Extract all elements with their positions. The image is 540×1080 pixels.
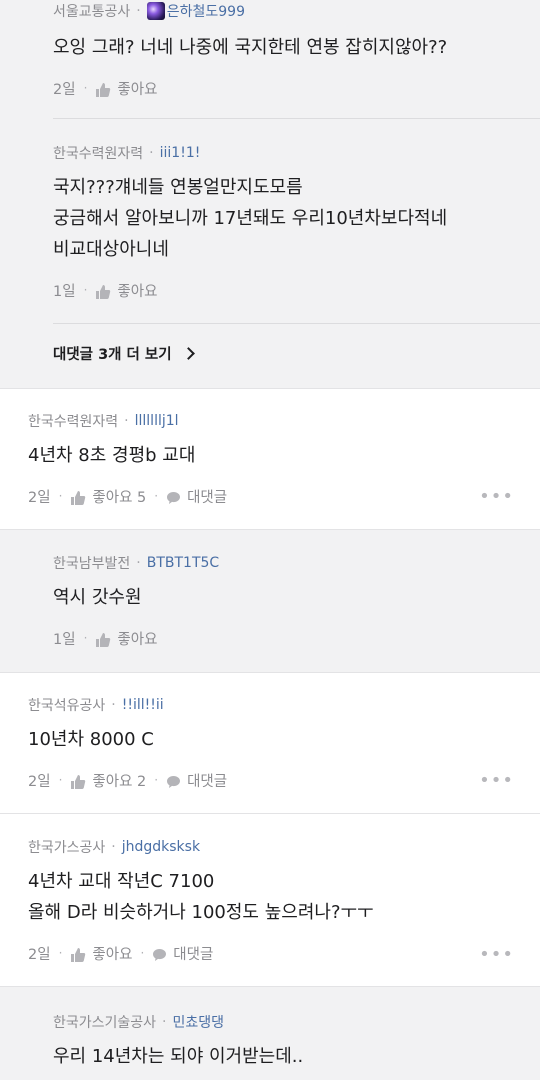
top-level-comment: 한국석유공사 · !!ill!!ii 10년차 8000 C 2일 · 좋아요 …	[28, 694, 518, 791]
thumbs-up-icon	[71, 774, 86, 789]
reply-comment: 서울교통공사 · 은하철도999 오잉 그래? 너네 나중에 국지한테 연봉 잡…	[53, 0, 523, 99]
comment-line: 4년차 8초 경평b 교대	[28, 445, 196, 466]
comment-text: 4년차 교대 작년C 7100 올해 D라 비슷하거나 100정도 높으려나?ㅜ…	[28, 866, 528, 928]
comment-text: 역시 갓수원	[53, 582, 523, 613]
nickname-link[interactable]: 은하철도999	[167, 1, 245, 21]
comment-text: 국지???걔네들 연봉얼만지도모름 궁금해서 알아보니까 17년돼도 우리10년…	[53, 172, 533, 265]
comment-actions: 1일 · 좋아요	[53, 279, 533, 301]
like-button[interactable]: 좋아요	[95, 280, 157, 301]
like-label: 좋아요	[92, 946, 133, 963]
comment-time: 1일	[53, 631, 76, 648]
reply-label: 대댓글	[187, 489, 228, 506]
more-replies-button[interactable]: 대댓글 3개 더 보기	[53, 343, 195, 364]
comment-time: 2일	[28, 946, 51, 963]
comment-actions: 1일 · 좋아요	[53, 627, 523, 649]
comment-actions: 2일 · 좋아요 · 대댓글	[28, 942, 528, 964]
comment-line: 우리 14년차는 되야 이거받는데..	[53, 1046, 304, 1067]
comment-text: 4년차 8초 경평b 교대	[28, 440, 518, 471]
reply-button[interactable]: 대댓글	[152, 943, 213, 964]
more-options-icon[interactable]: •••	[479, 770, 514, 791]
company-label: 한국수력원자력	[53, 146, 144, 162]
like-button[interactable]: 좋아요 5	[70, 486, 146, 507]
comment-text: 우리 14년차는 되야 이거받는데..	[53, 1041, 523, 1072]
comment-line: 궁금해서 알아보니까 17년돼도 우리10년차보다적네	[53, 208, 448, 229]
like-button[interactable]: 좋아요	[95, 628, 157, 649]
like-label: 좋아요	[117, 631, 158, 648]
company-label: 서울교통공사	[53, 4, 131, 20]
like-label: 좋아요	[117, 81, 158, 98]
galaxy-avatar-icon	[146, 2, 165, 20]
comment-time: 1일	[53, 283, 76, 300]
thumbs-up-icon	[71, 490, 86, 505]
company-label: 한국가스공사	[28, 840, 106, 856]
comment-text: 오잉 그래? 너네 나중에 국지한테 연봉 잡히지않아??	[53, 32, 523, 63]
more-options-icon[interactable]: •••	[479, 944, 514, 965]
reply-button[interactable]: 대댓글	[166, 486, 227, 507]
more-options-icon[interactable]: •••	[479, 486, 514, 507]
nickname-link[interactable]: iii1!1!	[160, 145, 201, 161]
nickname-link[interactable]: lllllllj1l	[135, 413, 179, 429]
reply-label: 대댓글	[187, 773, 228, 790]
thumbs-up-icon	[96, 82, 111, 97]
comment-time: 2일	[28, 773, 51, 790]
comment-line: 오잉 그래? 너네 나중에 국지한테 연봉 잡히지않아??	[53, 37, 448, 58]
comment-actions: 2일 · 좋아요	[53, 77, 523, 99]
chevron-right-icon	[181, 347, 195, 360]
thumbs-up-icon	[96, 284, 111, 299]
reply-comment: 한국가스기술공사 · 민쵸댕댕 우리 14년차는 되야 이거받는데..	[53, 1011, 523, 1072]
divider	[53, 118, 540, 119]
comment-line: 4년차 교대 작년C 7100	[28, 871, 215, 892]
nickname-link[interactable]: 민쵸댕댕	[173, 1012, 225, 1032]
thumbs-up-icon	[71, 947, 86, 962]
comment-actions: 2일 · 좋아요 2 · 대댓글	[28, 769, 518, 791]
comment-actions: 2일 · 좋아요 5 · 대댓글	[28, 485, 518, 507]
top-level-comment: 한국가스공사 · jhdgdksksk 4년차 교대 작년C 7100 올해 D…	[28, 836, 528, 964]
nickname-link[interactable]: jhdgdksksk	[122, 839, 200, 855]
more-replies-label: 대댓글 3개 더 보기	[53, 347, 172, 363]
like-label: 좋아요 2	[92, 773, 147, 790]
like-button[interactable]: 좋아요	[95, 78, 157, 99]
reply-comment: 한국수력원자력 · iii1!1! 국지???걔네들 연봉얼만지도모름 궁금해서…	[53, 142, 533, 301]
company-label: 한국석유공사	[28, 698, 106, 714]
speech-bubble-icon	[153, 948, 167, 961]
comment-line: 역시 갓수원	[53, 587, 142, 608]
thumbs-up-icon	[96, 632, 111, 647]
reply-label: 대댓글	[173, 946, 214, 963]
like-label: 좋아요	[117, 283, 158, 300]
like-button[interactable]: 좋아요 2	[70, 770, 146, 791]
reply-comment: 한국남부발전 · BTBT1T5C 역시 갓수원 1일 · 좋아요	[53, 552, 523, 649]
like-label: 좋아요 5	[92, 489, 147, 506]
comment-line: 올해 D라 비슷하거나 100정도 높으려나?ㅜㅜ	[28, 902, 374, 923]
comment-time: 2일	[28, 489, 51, 506]
comment-time: 2일	[53, 81, 76, 98]
company-label: 한국수력원자력	[28, 414, 119, 430]
top-level-comment: 한국수력원자력 · lllllllj1l 4년차 8초 경평b 교대 2일 · …	[28, 410, 518, 507]
divider	[53, 323, 540, 324]
reply-button[interactable]: 대댓글	[166, 770, 227, 791]
speech-bubble-icon	[167, 775, 181, 788]
like-button[interactable]: 좋아요	[70, 943, 132, 964]
company-label: 한국남부발전	[53, 556, 131, 572]
company-label: 한국가스기술공사	[53, 1015, 157, 1031]
comment-line: 국지???걔네들 연봉얼만지도모름	[53, 177, 303, 198]
comment-line: 비교대상아니네	[53, 239, 169, 260]
speech-bubble-icon	[167, 491, 181, 504]
comment-text: 10년차 8000 C	[28, 724, 518, 755]
nickname-link[interactable]: BTBT1T5C	[147, 555, 219, 571]
nickname-link[interactable]: !!ill!!ii	[122, 697, 164, 713]
comment-line: 10년차 8000 C	[28, 729, 154, 750]
